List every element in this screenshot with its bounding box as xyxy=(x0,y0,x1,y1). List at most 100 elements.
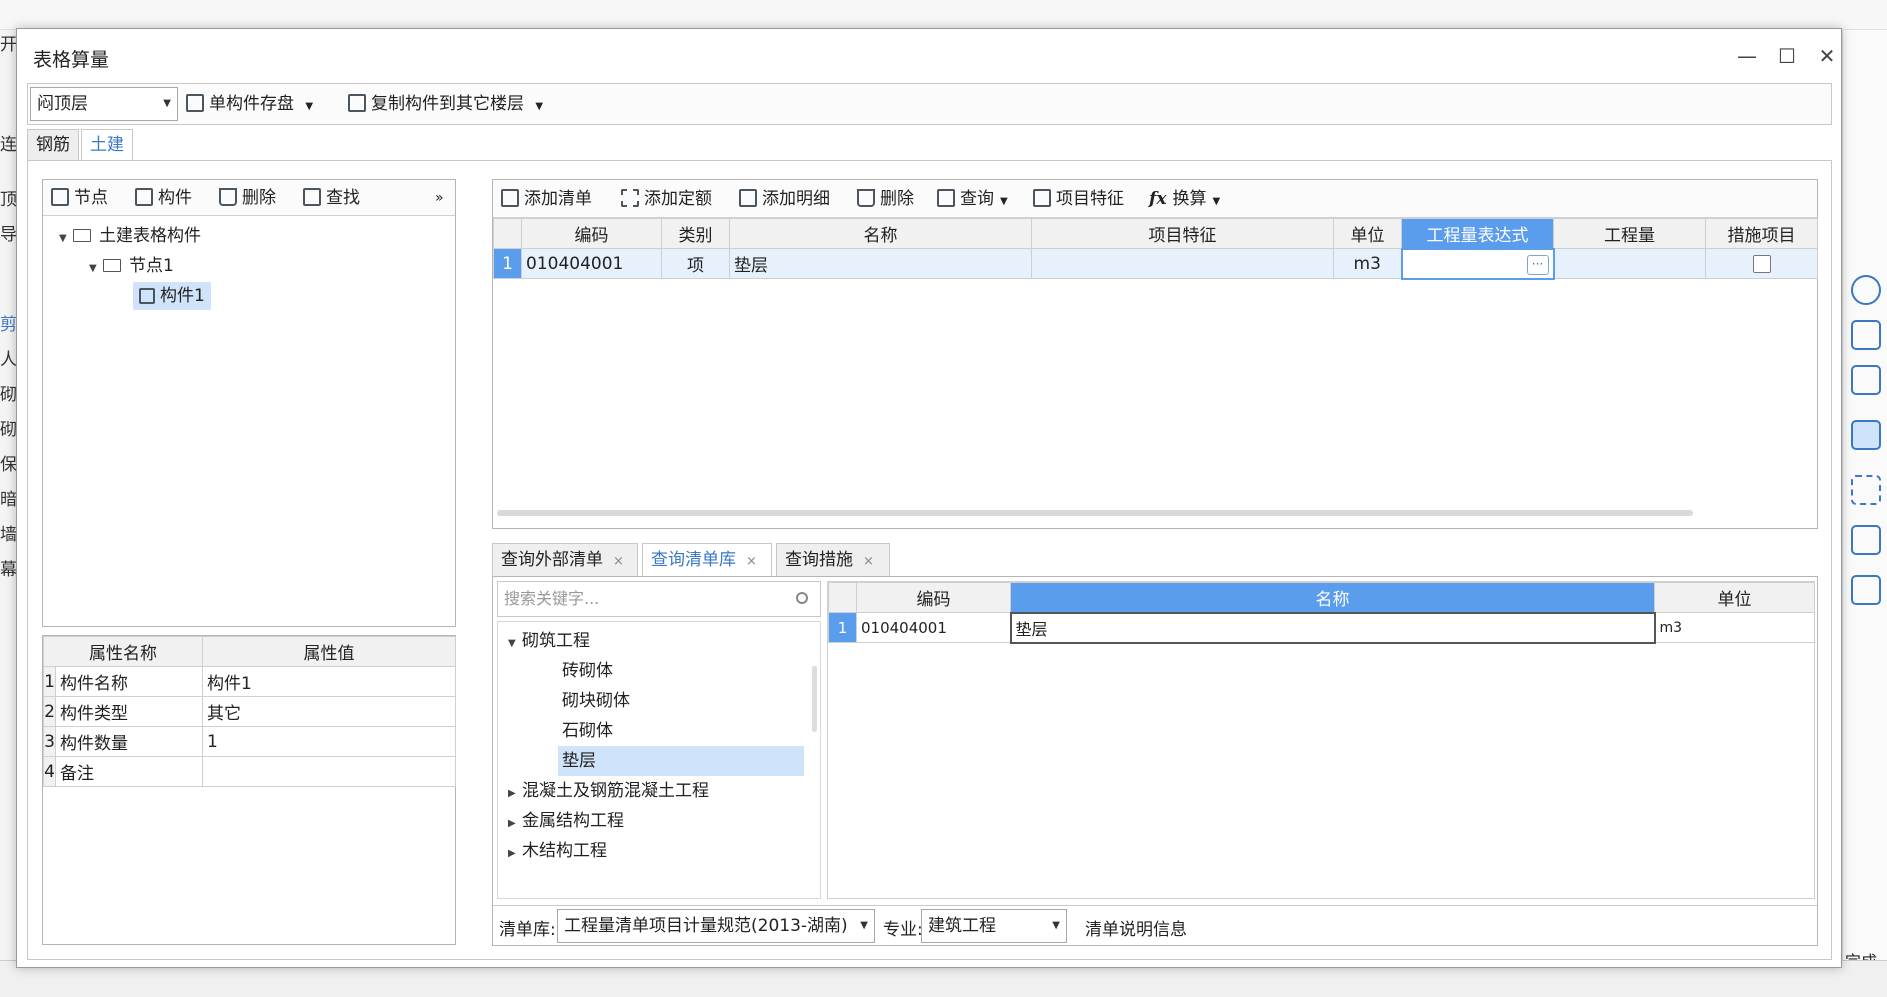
component-tree-panel: 节点 构件 删除 查找 » ▼ 土建表格构件 ▼ 节点1 构件1 xyxy=(42,179,456,627)
close-button[interactable]: ✕ xyxy=(1809,39,1845,73)
chevron-down-icon: ▼ xyxy=(1212,196,1221,207)
table-row[interactable]: 1 构件名称 构件1 xyxy=(43,666,456,697)
close-icon[interactable]: × xyxy=(863,554,874,569)
sphere-icon[interactable] xyxy=(1851,275,1881,305)
col-name[interactable]: 名称 xyxy=(1010,582,1655,613)
list-view-icon[interactable] xyxy=(1851,575,1881,605)
add-quota-button[interactable]: 添加定额 xyxy=(621,180,712,218)
table-row[interactable]: 3 构件数量 1 xyxy=(43,726,456,757)
prop-value[interactable]: 构件1 xyxy=(202,666,456,697)
table-row[interactable]: 2 构件类型 其它 xyxy=(43,696,456,727)
cell-type[interactable]: 项 xyxy=(661,248,730,279)
delete-row-button[interactable]: 删除 xyxy=(857,180,914,218)
expand-icon[interactable]: ▼ xyxy=(508,629,522,659)
save-single-button[interactable]: 单构件存盘 ▼ xyxy=(186,84,313,124)
list-item[interactable]: 砖砌体 xyxy=(562,656,613,686)
node-icon xyxy=(51,188,69,206)
col-expr[interactable]: 工程量表达式 xyxy=(1401,218,1554,249)
vertical-scrollbar[interactable] xyxy=(812,666,817,732)
tree-root[interactable]: ▼ 土建表格构件 xyxy=(59,222,201,250)
col-qty[interactable]: 工程量 xyxy=(1553,218,1706,249)
tab-civil[interactable]: 土建 xyxy=(81,129,133,161)
component-icon xyxy=(139,288,155,304)
cell-measure[interactable] xyxy=(1705,248,1818,279)
minimize-button[interactable]: — xyxy=(1729,39,1765,73)
delete-button[interactable]: 删除 xyxy=(219,180,276,216)
tree-node[interactable]: ▼ 节点1 xyxy=(89,252,174,280)
horizontal-scrollbar[interactable] xyxy=(497,510,1693,516)
table-row[interactable]: 1 010404001 项 垫层 m3 ··· xyxy=(493,247,1818,280)
col-name[interactable]: 名称 xyxy=(729,218,1032,249)
expand-icon[interactable]: ▶ xyxy=(508,779,522,809)
cube-outline-icon[interactable] xyxy=(1851,365,1881,395)
expand-icon[interactable]: ▼ xyxy=(89,255,103,283)
table-row[interactable]: 4 备注 xyxy=(43,756,456,787)
floor-select[interactable]: 闷顶层 ▼ xyxy=(30,87,178,121)
major-select[interactable]: 建筑工程 ▼ xyxy=(921,909,1067,943)
prop-name: 构件类型 xyxy=(55,696,203,727)
tree-category[interactable]: ▶ 金属结构工程 xyxy=(508,806,624,836)
tree-leaf[interactable]: 构件1 xyxy=(133,282,211,310)
fullscreen-icon[interactable] xyxy=(1851,475,1881,505)
cell-unit[interactable]: m3 xyxy=(1654,612,1815,643)
add-detail-button[interactable]: 添加明细 xyxy=(739,180,830,218)
expand-icon[interactable]: ▶ xyxy=(508,809,522,839)
cell-code[interactable]: 010404001 xyxy=(856,612,1011,643)
tab-external-list[interactable]: 查询外部清单 × xyxy=(492,543,638,577)
prop-value[interactable]: 1 xyxy=(202,726,456,757)
lib-select[interactable]: 工程量清单项目计量规范(2013-湖南) ▼ xyxy=(557,909,875,943)
expand-icon[interactable]: ▶ xyxy=(508,839,522,869)
list-info-link[interactable]: 清单说明信息 xyxy=(1085,915,1187,940)
close-icon[interactable]: × xyxy=(613,554,624,569)
view-2d-icon[interactable] xyxy=(1851,320,1881,350)
cell-qty[interactable] xyxy=(1553,248,1706,279)
tab-rebar[interactable]: 钢筋 xyxy=(27,129,79,161)
col-unit[interactable]: 单位 xyxy=(1333,218,1402,249)
col-code[interactable]: 编码 xyxy=(521,218,662,249)
cell-expr[interactable]: ··· xyxy=(1400,247,1555,280)
expand-icon[interactable]: ▼ xyxy=(59,225,73,253)
add-list-button[interactable]: 添加清单 xyxy=(501,180,592,218)
bill-toolbar: 添加清单 添加定额 添加明细 删除 查询 ▼ 项目特征 fx 换算 ▼ xyxy=(493,180,1817,218)
features-button[interactable]: 项目特征 xyxy=(1033,180,1124,218)
more-button[interactable]: » xyxy=(435,180,444,216)
tree-category[interactable]: ▶ 木结构工程 xyxy=(508,836,607,866)
tab-list-library[interactable]: 查询清单库 × xyxy=(642,543,772,577)
ellipsis-button[interactable]: ··· xyxy=(1526,255,1549,275)
cube-filled-icon[interactable] xyxy=(1851,420,1881,450)
maximize-button[interactable]: ☐ xyxy=(1769,39,1805,73)
add-component-button[interactable]: 构件 xyxy=(135,180,192,216)
list-item-selected[interactable]: 垫层 xyxy=(558,746,804,776)
col-type[interactable]: 类别 xyxy=(661,218,730,249)
col-unit[interactable]: 单位 xyxy=(1654,582,1815,613)
save-single-label: 单构件存盘 xyxy=(209,94,294,114)
col-feature[interactable]: 项目特征 xyxy=(1031,218,1334,249)
col-code[interactable]: 编码 xyxy=(856,582,1011,613)
prop-name: 构件数量 xyxy=(55,726,203,757)
tree-category[interactable]: ▼ 砌筑工程 xyxy=(508,626,590,656)
tab-external-list-label: 查询外部清单 xyxy=(501,550,603,570)
add-node-button[interactable]: 节点 xyxy=(51,180,108,216)
col-measure[interactable]: 措施项目 xyxy=(1705,218,1818,249)
prop-value[interactable]: 其它 xyxy=(202,696,456,727)
convert-button[interactable]: fx 换算 ▼ xyxy=(1149,180,1220,218)
tab-measures[interactable]: 查询措施 × xyxy=(776,543,890,577)
table-row[interactable]: 1 010404001 垫层 m3 xyxy=(828,611,1815,644)
copy-to-floor-button[interactable]: 复制构件到其它楼层 ▼ xyxy=(348,84,543,124)
query-button[interactable]: 查询 ▼ xyxy=(937,180,1008,218)
cell-code[interactable]: 010404001 xyxy=(521,248,662,279)
cell-feature[interactable] xyxy=(1031,248,1334,279)
cell-name[interactable]: 垫层 xyxy=(1009,611,1656,644)
list-item[interactable]: 石砌体 xyxy=(562,716,613,746)
cell-unit[interactable]: m3 xyxy=(1333,248,1402,279)
cell-name[interactable]: 垫层 xyxy=(729,248,1032,279)
find-button[interactable]: 查找 xyxy=(303,180,360,216)
measure-checkbox[interactable] xyxy=(1752,254,1771,273)
row-number: 3 xyxy=(43,726,56,757)
prop-value[interactable] xyxy=(202,756,456,787)
close-icon[interactable]: × xyxy=(746,554,757,569)
list-item[interactable]: 砌块砌体 xyxy=(562,686,630,716)
search-input[interactable]: 搜索关键字... xyxy=(497,581,821,617)
box-view-icon[interactable] xyxy=(1851,525,1881,555)
tree-category[interactable]: ▶ 混凝土及钢筋混凝土工程 xyxy=(508,776,709,806)
